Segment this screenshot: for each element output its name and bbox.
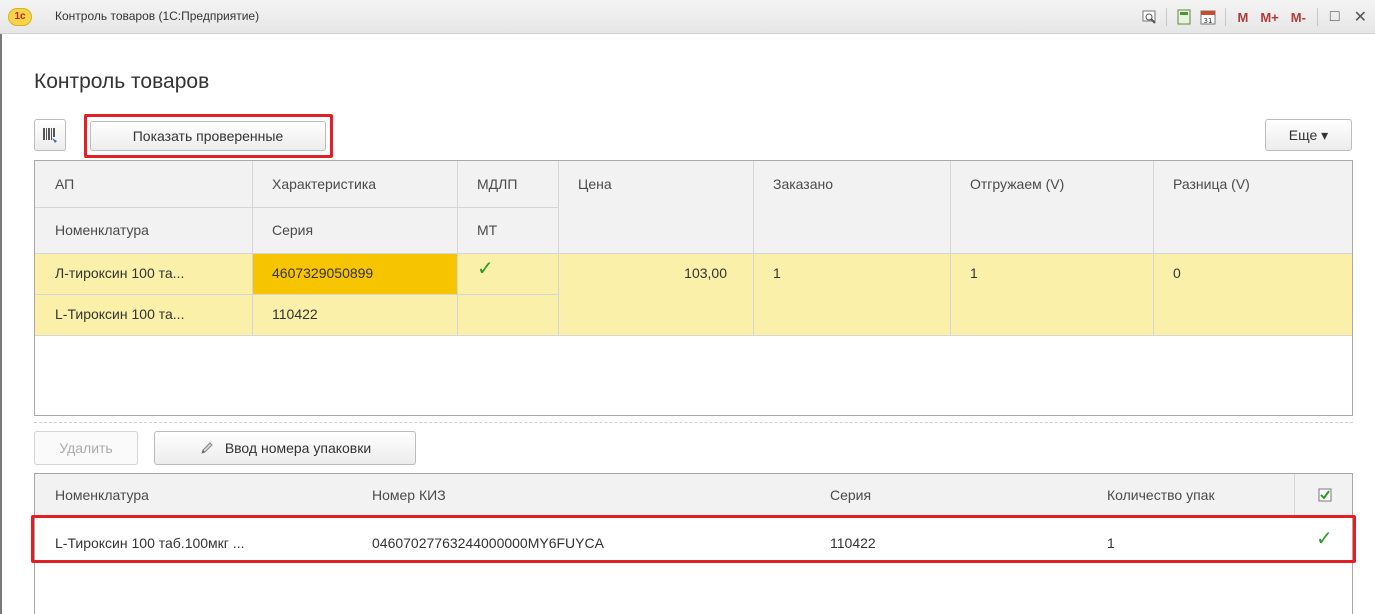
- separator: [1316, 8, 1318, 26]
- mdlp-check-icon[interactable]: ✓: [457, 245, 558, 293]
- delete-button[interactable]: Удалить: [34, 431, 138, 465]
- enter-package-number-label: Ввод номера упаковки: [224, 440, 372, 456]
- restore-window-button[interactable]: □: [1326, 8, 1344, 26]
- goods-table: АП Характеристика МДЛП Цена Заказано Отг…: [34, 160, 1353, 416]
- cell-nomenclature[interactable]: L-Тироксин 100 та...: [35, 290, 252, 338]
- col-header-kiz-series[interactable]: Серия: [810, 474, 1087, 516]
- highlight-frame: [84, 114, 333, 158]
- app-logo-icon: 1c: [8, 8, 32, 26]
- col-header-price[interactable]: Цена: [558, 161, 753, 253]
- col-header-mdlp[interactable]: МДЛП: [457, 161, 558, 207]
- col-header-kiz-nomenclature[interactable]: Номенклатура: [35, 474, 352, 516]
- col-header-series[interactable]: Серия: [252, 207, 457, 253]
- col-header-kiz-number[interactable]: Номер КИЗ: [352, 474, 810, 516]
- calendar-icon[interactable]: 31: [1199, 8, 1217, 26]
- col-header-pack-quantity[interactable]: Количество упак: [1087, 474, 1294, 516]
- more-menu-button[interactable]: Еще ▾: [1265, 119, 1352, 151]
- separator: [1166, 8, 1168, 26]
- window-titlebar: 1c Контроль товаров (1С:Предприятие) 31 …: [0, 0, 1375, 34]
- close-window-button[interactable]: ✕: [1350, 7, 1371, 27]
- highlight-frame: [31, 515, 1356, 563]
- pencil-icon: [201, 442, 213, 454]
- svg-text:31: 31: [1204, 17, 1213, 25]
- grid-line: [950, 161, 951, 335]
- calculator-icon[interactable]: [1175, 8, 1193, 26]
- col-header-characteristic[interactable]: Характеристика: [252, 161, 457, 207]
- print-preview-icon[interactable]: [1140, 8, 1158, 26]
- splitter[interactable]: [34, 422, 1353, 423]
- window-left-edge: [0, 34, 4, 614]
- memory-m-button[interactable]: M: [1234, 10, 1251, 25]
- enter-package-number-button[interactable]: Ввод номера упаковки: [154, 431, 416, 465]
- cell-difference[interactable]: 0: [1153, 249, 1352, 297]
- page-title: Контроль товаров: [34, 70, 210, 93]
- grid-line: [1294, 474, 1295, 516]
- window-title: Контроль товаров (1С:Предприятие): [55, 9, 260, 23]
- col-header-ordered[interactable]: Заказано: [753, 161, 950, 253]
- grid-line: [35, 207, 558, 208]
- col-header-difference[interactable]: Разница (V): [1153, 161, 1352, 253]
- grid-line: [558, 161, 559, 335]
- col-header-nomenclature[interactable]: Номенклатура: [35, 207, 252, 253]
- cell-ordered[interactable]: 1: [753, 249, 950, 297]
- col-header-shipping[interactable]: Отгружаем (V): [950, 161, 1153, 253]
- memory-minus-button[interactable]: M-: [1288, 10, 1309, 25]
- cell-price[interactable]: 103,00: [558, 249, 753, 297]
- cell-series[interactable]: 110422: [252, 290, 457, 338]
- titlebar-tools: 31 M M+ M- □ ✕: [1140, 6, 1371, 28]
- barcode-scanner-icon: [43, 128, 57, 143]
- memory-plus-button[interactable]: M+: [1257, 10, 1281, 25]
- separator: [1225, 8, 1227, 26]
- col-header-checked[interactable]: [1294, 474, 1352, 516]
- checked-document-icon: [1318, 488, 1332, 502]
- barcode-scan-button[interactable]: [34, 119, 66, 151]
- col-header-ap[interactable]: АП: [35, 161, 252, 207]
- grid-line: [753, 161, 754, 335]
- cell-shipping[interactable]: 1: [950, 249, 1153, 297]
- grid-line: [1153, 161, 1154, 335]
